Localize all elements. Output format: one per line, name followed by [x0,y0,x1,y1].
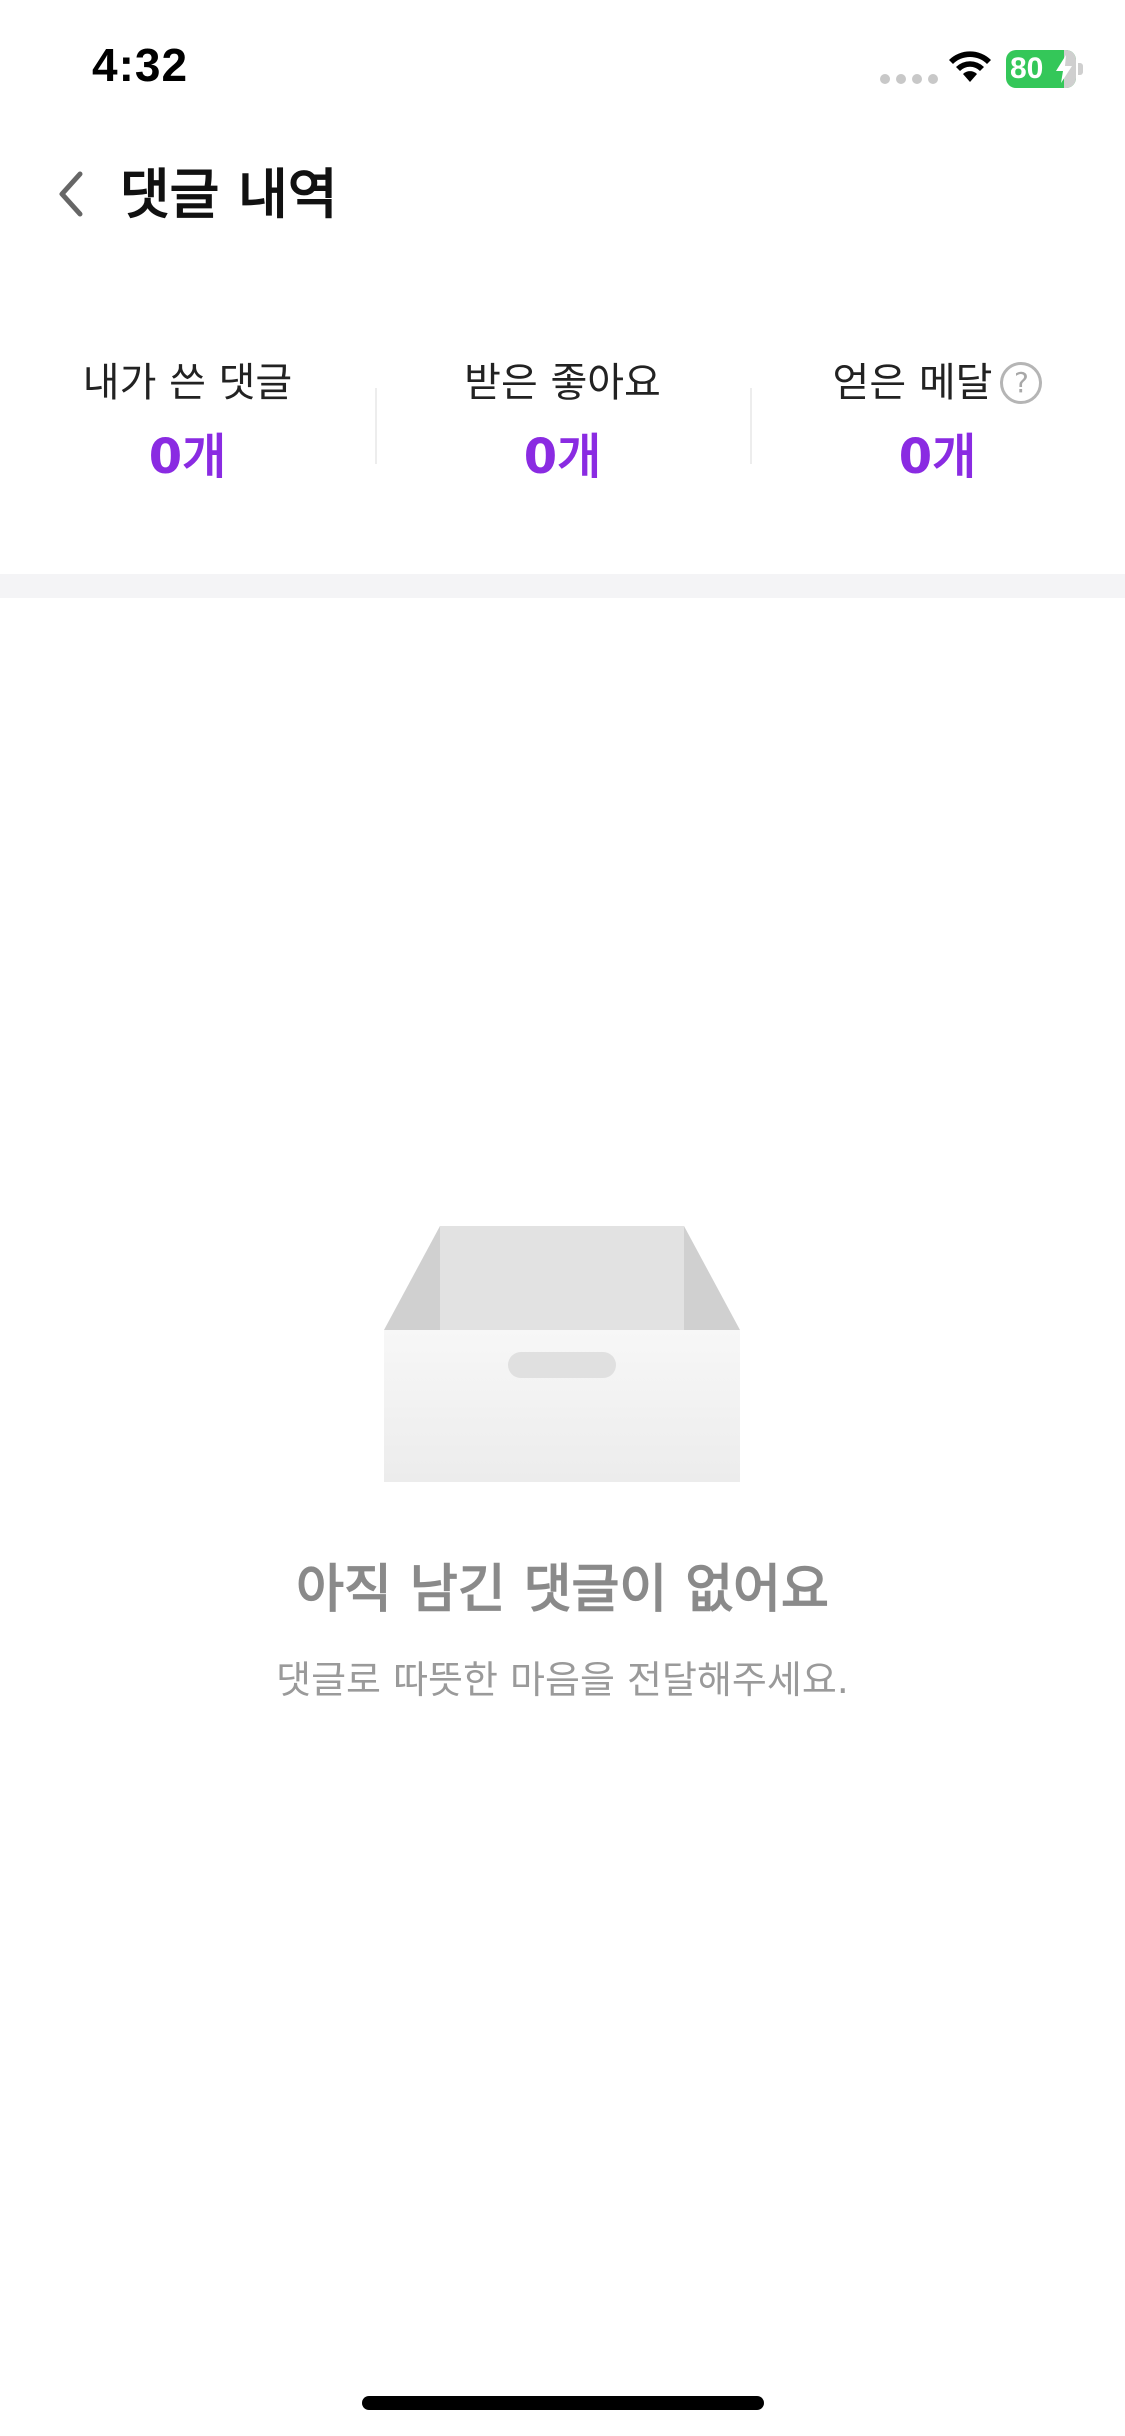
section-divider [0,574,1125,598]
stat-label: 받은 좋아요 [464,360,661,406]
home-indicator[interactable] [362,2396,764,2410]
comment-stats: 내가 쓴 댓글 0개 받은 좋아요 0개 얻은 메달 ? 0개 [0,350,1125,500]
help-icon[interactable]: ? [1000,362,1043,404]
stat-received-likes: 받은 좋아요 0개 [375,350,750,500]
stat-value: 0개 [898,429,977,485]
page-title: 댓글 내역 [120,163,338,226]
battery-icon: 80 [1006,50,1083,88]
empty-state-title: 아직 남긴 댓글이 없어요 [296,1560,829,1620]
stat-label: 얻은 메달 [832,360,993,406]
back-button[interactable] [36,158,108,230]
stat-value: 0개 [523,429,602,485]
status-bar: 4:32 80 [0,0,1125,140]
battery-level: 80 [1010,52,1044,85]
stat-value: 0개 [148,429,227,485]
cellular-signal-icon [880,74,938,84]
stat-my-comments: 내가 쓴 댓글 0개 [0,350,375,500]
chevron-left-icon [59,171,83,217]
screen: 4:32 80 댓글 내역 내가 쓴 댓글 0개 받은 좋아요 0개 얻은 메달… [0,0,1125,2436]
charging-bolt-icon [1056,55,1072,83]
stat-label: 내가 쓴 댓글 [82,360,293,406]
navigation-bar: 댓글 내역 [0,140,1125,250]
stat-earned-medals: 얻은 메달 ? 0개 [750,350,1125,500]
wifi-icon [949,51,991,82]
empty-box-icon [384,1226,740,1482]
empty-state-subtitle: 댓글로 따뜻한 마음을 전달해주세요. [276,1658,849,1702]
status-time: 4:32 [92,39,189,91]
